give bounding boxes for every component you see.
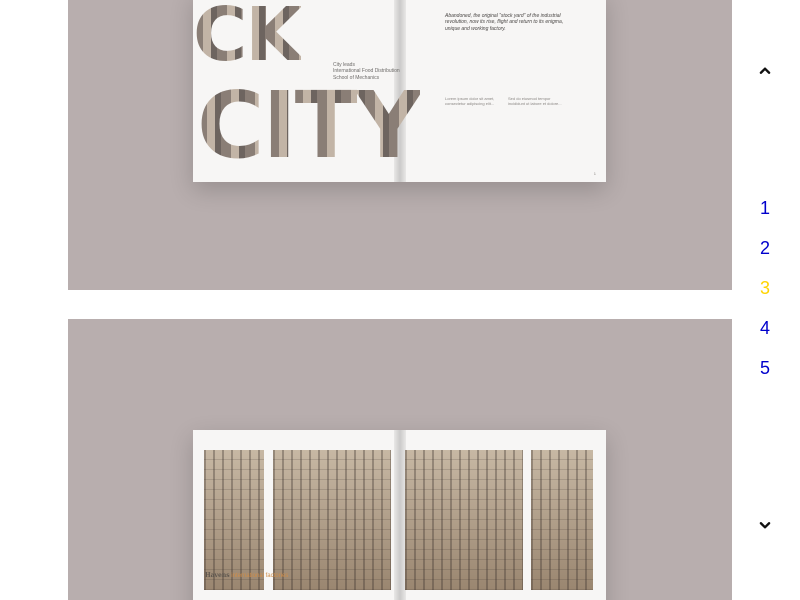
page-number: 1 (593, 171, 596, 176)
page-link-1[interactable]: 1 (752, 198, 778, 238)
italic-excerpt: Abandoned, the original “stock yard” of … (445, 13, 564, 32)
gallery-slide-2[interactable]: Havens international factories (68, 319, 732, 600)
next-slide-button[interactable] (756, 516, 774, 534)
interior-photo-4 (531, 450, 593, 590)
interior-photo-2 (273, 450, 391, 590)
interior-photo-3 (405, 450, 523, 590)
page-link-5[interactable]: 5 (752, 358, 778, 398)
credit-block: City leads International Food Distributi… (333, 62, 400, 81)
section-heading-title: Havens (205, 572, 230, 579)
gallery-slide-1[interactable]: CK CITY Abandoned, the original “stock y… (68, 0, 732, 290)
interior-photo-1 (204, 450, 264, 590)
open-magazine-mockup: CK CITY Abandoned, the original “stock y… (193, 0, 606, 182)
pagination: 1 2 3 4 5 (752, 198, 778, 398)
chevron-down-icon (759, 522, 771, 529)
title-letters-ck: CK (193, 0, 301, 78)
prev-slide-button[interactable] (756, 62, 774, 80)
section-heading: Havens international factories (205, 572, 288, 579)
open-magazine-mockup-photos: Havens international factories (193, 430, 606, 600)
body-text-column-1: Lorem ipsum dolor sit amet, consectetur … (445, 96, 495, 106)
page-link-4[interactable]: 4 (752, 318, 778, 358)
page-link-3-active[interactable]: 3 (752, 278, 778, 318)
body-text-column-2: Sed do eiusmod tempor incididunt ut labo… (508, 96, 562, 106)
title-letters-city: CITY (197, 72, 421, 179)
chevron-up-icon (759, 67, 771, 74)
section-heading-subtitle: international factories (231, 573, 289, 579)
magazine-spine (393, 430, 406, 600)
page-link-2[interactable]: 2 (752, 238, 778, 278)
